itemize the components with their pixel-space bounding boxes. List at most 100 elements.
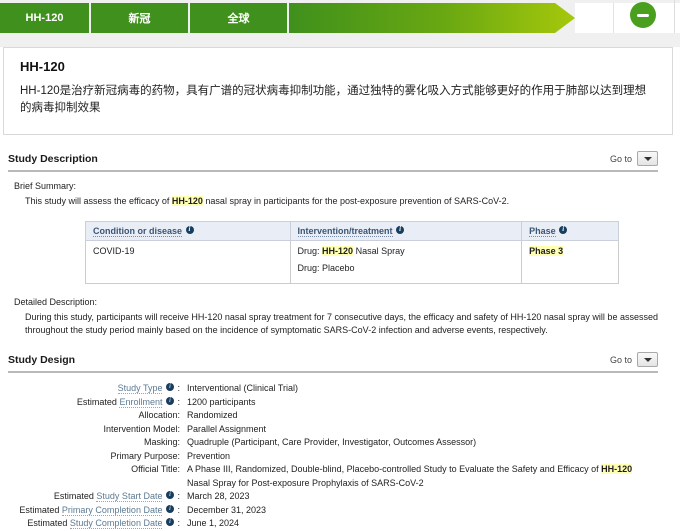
condition-cell: COVID-19 xyxy=(86,241,291,284)
row-value-primary-completion-date: December 31, 2023 xyxy=(187,504,655,518)
intervention-line-2: Drug: Placebo xyxy=(298,263,515,273)
header-condition: Condition or disease xyxy=(86,222,291,241)
intervention1-pre: Drug: xyxy=(298,246,323,256)
tab-hh120-label: HH-120 xyxy=(26,12,64,24)
tab-xinguan-label: 新冠 xyxy=(129,10,151,26)
info-icon[interactable] xyxy=(166,383,174,391)
study-design-section: Study Design Go to Study Type : Interven… xyxy=(8,352,658,531)
row-value-allocation: Randomized xyxy=(187,409,655,423)
row-label-masking: Masking: xyxy=(8,436,180,450)
row-label-study-completion-date: Estimated Study Completion Date : xyxy=(8,517,180,531)
intervention-line-1: Drug: HH-120 Nasal Spray xyxy=(298,246,515,256)
label-colon: : xyxy=(175,505,180,515)
row-value-study-completion-date: June 1, 2024 xyxy=(187,517,655,531)
info-icon[interactable] xyxy=(559,226,567,234)
study-start-date-link[interactable]: Study Start Date xyxy=(96,491,162,502)
enrollment-link[interactable]: Enrollment xyxy=(119,397,162,408)
goto-label: Go to xyxy=(610,154,632,164)
header-intervention: Intervention/treatment xyxy=(290,222,522,241)
row-label-study-type: Study Type : xyxy=(8,382,180,396)
brief-summary-pre: This study will assess the efficacy of xyxy=(25,196,172,206)
row-label-official-title: Official Title: xyxy=(8,463,180,490)
official-title-pre: A Phase III, Randomized, Double-blind, P… xyxy=(187,464,601,474)
row-label-study-start-date: Estimated Study Start Date : xyxy=(8,490,180,504)
minus-icon xyxy=(637,14,649,17)
info-icon[interactable] xyxy=(166,518,174,526)
goto-dropdown-button[interactable] xyxy=(637,352,658,367)
header-phase: Phase xyxy=(522,222,619,241)
chevron-down-icon xyxy=(644,358,652,362)
study-design-grid: Study Type : Interventional (Clinical Tr… xyxy=(8,382,658,531)
detailed-description-block: Detailed Description: During this study,… xyxy=(14,297,658,337)
label-colon: : xyxy=(175,397,180,407)
chevron-down-icon xyxy=(644,157,652,161)
row-value-official-title: A Phase III, Randomized, Double-blind, P… xyxy=(187,463,655,490)
row-value-intervention-model: Parallel Assignment xyxy=(187,423,655,437)
row-label-allocation: Allocation: xyxy=(8,409,180,423)
detailed-description-text: During this study, participants will rec… xyxy=(25,311,658,337)
info-icon[interactable] xyxy=(186,226,194,234)
label-pre: Estimated xyxy=(19,505,62,515)
collapse-button[interactable] xyxy=(630,2,656,28)
tab-quanqiu[interactable]: 全球 xyxy=(190,3,287,33)
detailed-description-label: Detailed Description: xyxy=(14,297,658,307)
right-edge-divider xyxy=(674,0,675,33)
row-label-primary-purpose: Primary Purpose: xyxy=(8,450,180,464)
progress-arrow xyxy=(289,3,575,33)
brief-summary-text: This study will assess the efficacy of H… xyxy=(25,195,658,208)
intervention-cell: Drug: HH-120 Nasal Spray Drug: Placebo xyxy=(290,241,522,284)
study-completion-date-link[interactable]: Study Completion Date xyxy=(70,518,163,529)
goto-label: Go to xyxy=(610,355,632,365)
row-label-primary-completion-date: Estimated Primary Completion Date : xyxy=(8,504,180,518)
goto-control-design: Go to xyxy=(610,352,658,367)
bar-divider xyxy=(613,3,614,33)
phase-value: Phase 3 xyxy=(529,246,563,256)
row-value-primary-purpose: Prevention xyxy=(187,450,655,464)
condition-table: Condition or disease Intervention/treatm… xyxy=(85,221,619,284)
info-icon[interactable] xyxy=(166,491,174,499)
tab-xinguan[interactable]: 新冠 xyxy=(91,3,188,33)
tab-quanqiu-label: 全球 xyxy=(228,10,250,26)
label-pre: Estimated xyxy=(27,518,70,528)
section-title-study-design: Study Design xyxy=(8,354,75,366)
label-colon: : xyxy=(175,383,180,393)
drug-card: HH-120 HH-120是治疗新冠病毒的药物，具有广谱的冠状病毒抑制功能，通过… xyxy=(3,47,673,135)
condition-table-row: COVID-19 Drug: HH-120 Nasal Spray Drug: … xyxy=(86,241,619,284)
header-condition-term[interactable]: Condition or disease xyxy=(93,226,182,237)
goto-dropdown-button[interactable] xyxy=(637,151,658,166)
info-icon[interactable] xyxy=(396,226,404,234)
study-description-header: Study Description Go to xyxy=(8,151,658,172)
top-strip: HH-120 新冠 全球 xyxy=(0,0,680,47)
row-value-enrollment: 1200 participants xyxy=(187,396,655,410)
intervention1-post: Nasal Spray xyxy=(353,246,405,256)
study-type-link[interactable]: Study Type xyxy=(118,383,163,394)
main-content: Study Description Go to Brief Summary: T… xyxy=(0,135,680,531)
label-pre: Estimated xyxy=(54,491,97,501)
row-label-intervention-model: Intervention Model: xyxy=(8,423,180,437)
official-title-post: Nasal Spray for Post-exposure Prophylaxi… xyxy=(187,478,424,488)
study-description-section: Study Description Go to Brief Summary: T… xyxy=(8,151,658,337)
brief-summary-post: nasal spray in participants for the post… xyxy=(203,196,509,206)
breadcrumb-bar: HH-120 新冠 全球 xyxy=(0,3,680,33)
tab-hh120[interactable]: HH-120 xyxy=(0,3,89,33)
row-label-enrollment: Estimated Enrollment : xyxy=(8,396,180,410)
phase-cell: Phase 3 xyxy=(522,241,619,284)
brief-summary-label: Brief Summary: xyxy=(14,181,658,191)
brief-summary-highlight: HH-120 xyxy=(172,196,203,206)
info-icon[interactable] xyxy=(166,397,174,405)
row-value-study-type: Interventional (Clinical Trial) xyxy=(187,382,655,396)
bar-spacer xyxy=(575,3,680,33)
primary-completion-date-link[interactable]: Primary Completion Date xyxy=(62,505,163,516)
header-phase-term[interactable]: Phase xyxy=(529,226,556,237)
goto-control-description: Go to xyxy=(610,151,658,166)
header-intervention-term[interactable]: Intervention/treatment xyxy=(298,226,393,237)
label-pre: Estimated xyxy=(77,397,120,407)
drug-title: HH-120 xyxy=(20,59,656,74)
intervention1-highlight: HH-120 xyxy=(322,246,353,256)
section-title-study-description: Study Description xyxy=(8,153,98,165)
row-value-study-start-date: March 28, 2023 xyxy=(187,490,655,504)
official-title-highlight: HH-120 xyxy=(601,464,632,474)
drug-description: HH-120是治疗新冠病毒的药物，具有广谱的冠状病毒抑制功能，通过独特的雾化吸入… xyxy=(20,83,656,117)
brief-summary-block: Brief Summary: This study will assess th… xyxy=(14,181,658,208)
info-icon[interactable] xyxy=(166,505,174,513)
